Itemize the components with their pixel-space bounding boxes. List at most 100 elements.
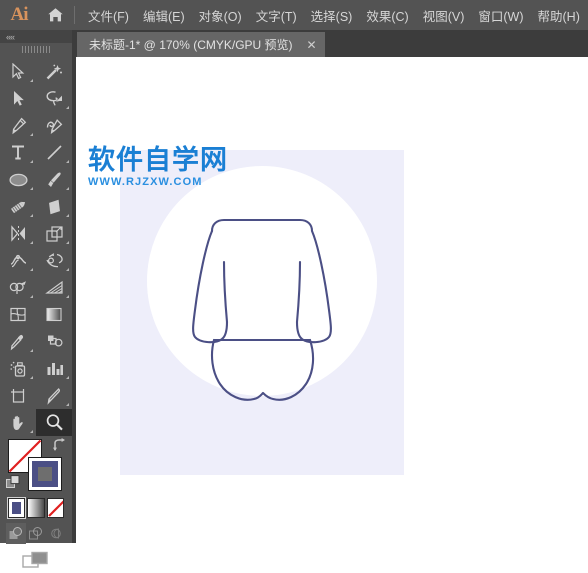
gradient-tool-icon[interactable] — [36, 301, 72, 328]
tool-row — [0, 58, 72, 85]
flyout-triangle-icon — [30, 268, 33, 271]
magic-wand-tool-icon[interactable] — [36, 58, 72, 85]
menu-bar: Ai 文件(F) 编辑(E) 对象(O) 文字(T) 选择(S) 效果(C) 视… — [0, 0, 588, 30]
shape-builder-tool-icon[interactable] — [0, 274, 36, 301]
flyout-triangle-icon — [66, 295, 69, 298]
scale-tool-icon[interactable] — [36, 220, 72, 247]
none-mode-button[interactable] — [46, 498, 64, 518]
menu-file[interactable]: 文件(F) — [81, 2, 136, 29]
flyout-triangle-icon — [30, 241, 33, 244]
document-tab-bar: 未标题-1* @ 170% (CMYK/GPU 预览) ✕ — [76, 30, 588, 57]
type-tool-icon[interactable] — [0, 139, 36, 166]
menu-effect[interactable]: 效果(C) — [359, 2, 415, 29]
home-icon[interactable] — [38, 0, 72, 30]
menu-window[interactable]: 窗口(W) — [471, 2, 530, 29]
double-chevron-left-icon: «« — [6, 31, 15, 42]
tool-row — [0, 274, 72, 301]
tool-row — [0, 301, 72, 328]
flyout-triangle-icon — [66, 403, 69, 406]
selection-tool-icon[interactable] — [0, 58, 36, 85]
tool-row — [0, 382, 72, 409]
menu-divider — [74, 6, 75, 24]
flyout-triangle-icon — [30, 160, 33, 163]
flyout-triangle-icon — [66, 214, 69, 217]
gradient-mode-button[interactable] — [27, 498, 45, 518]
document-tab-title: 未标题-1* @ 170% (CMYK/GPU 预览) — [89, 38, 293, 52]
menu-item-list: 文件(F) 编辑(E) 对象(O) 文字(T) 选择(S) 效果(C) 视图(V… — [81, 2, 587, 29]
width-tool-icon[interactable] — [0, 247, 36, 274]
free-transform-tool-icon[interactable] — [36, 247, 72, 274]
menu-help[interactable]: 帮助(H) — [531, 2, 587, 29]
app-logo: Ai — [10, 4, 29, 25]
menu-edit[interactable]: 编辑(E) — [136, 2, 192, 29]
menu-object[interactable]: 对象(O) — [192, 2, 249, 29]
flyout-triangle-icon — [66, 160, 69, 163]
stroke-swatch[interactable] — [28, 457, 62, 491]
tool-row — [0, 112, 72, 139]
flyout-triangle-icon — [66, 106, 69, 109]
draw-normal-button[interactable] — [6, 523, 26, 544]
perspective-grid-tool-icon[interactable] — [36, 274, 72, 301]
zoom-tool-icon[interactable] — [36, 409, 72, 436]
panel-drag-grip[interactable] — [22, 46, 50, 53]
menu-select[interactable]: 选择(S) — [304, 2, 360, 29]
flyout-triangle-icon — [30, 133, 33, 136]
direct-selection-tool-icon[interactable] — [0, 85, 36, 112]
pen-tool-icon[interactable] — [0, 112, 36, 139]
drawing-mode-buttons — [6, 523, 68, 544]
draw-inside-button[interactable] — [46, 523, 66, 544]
sweater-blouse-illustration — [147, 166, 377, 401]
menu-view[interactable]: 视图(V) — [416, 2, 472, 29]
close-icon[interactable]: ✕ — [305, 39, 319, 51]
tool-row — [0, 139, 72, 166]
paintbrush-tool-icon[interactable] — [36, 166, 72, 193]
color-mode-button[interactable] — [6, 497, 27, 519]
rotate-tool-icon[interactable] — [0, 220, 36, 247]
mesh-tool-icon[interactable] — [0, 301, 36, 328]
flyout-triangle-icon — [30, 376, 33, 379]
document-tab[interactable]: 未标题-1* @ 170% (CMYK/GPU 预览) ✕ — [77, 32, 325, 57]
artboard — [120, 150, 404, 475]
eraser-tool-icon[interactable] — [36, 193, 72, 220]
tool-row — [0, 409, 72, 436]
curvature-tool-icon[interactable] — [36, 112, 72, 139]
flyout-triangle-icon — [30, 430, 33, 433]
document-canvas[interactable]: 软件自学网 WWW.RJZXW.COM — [76, 57, 588, 543]
flyout-triangle-icon — [30, 349, 33, 352]
tool-grid — [0, 58, 72, 436]
flyout-triangle-icon — [66, 268, 69, 271]
fill-mode-buttons — [6, 497, 66, 519]
symbol-sprayer-tool-icon[interactable] — [0, 355, 36, 382]
tool-row — [0, 193, 72, 220]
tool-row — [0, 328, 72, 355]
default-fill-stroke-icon[interactable] — [6, 475, 21, 495]
flyout-triangle-icon — [30, 214, 33, 217]
ellipse-tool-icon[interactable] — [0, 166, 36, 193]
line-segment-tool-icon[interactable] — [36, 139, 72, 166]
column-graph-tool-icon[interactable] — [36, 355, 72, 382]
fill-stroke-controls — [0, 435, 72, 505]
tool-row — [0, 166, 72, 193]
eyedropper-tool-icon[interactable] — [0, 328, 36, 355]
collapse-panel-button[interactable]: «« — [0, 30, 72, 43]
flyout-triangle-icon — [66, 187, 69, 190]
swap-fill-stroke-icon[interactable] — [52, 438, 66, 457]
tool-row — [0, 220, 72, 247]
tool-row — [0, 247, 72, 274]
artboard-tool-icon[interactable] — [0, 382, 36, 409]
tool-row — [0, 85, 72, 112]
blend-tool-icon[interactable] — [36, 328, 72, 355]
shaper-tool-icon[interactable] — [0, 193, 36, 220]
flyout-triangle-icon — [66, 376, 69, 379]
lasso-tool-icon[interactable] — [36, 85, 72, 112]
flyout-triangle-icon — [30, 187, 33, 190]
slice-tool-icon[interactable] — [36, 382, 72, 409]
menu-type[interactable]: 文字(T) — [249, 2, 304, 29]
change-screen-mode-button[interactable] — [0, 548, 72, 573]
flyout-triangle-icon — [30, 295, 33, 298]
tool-row — [0, 355, 72, 382]
draw-behind-button[interactable] — [26, 523, 46, 544]
flyout-triangle-icon — [30, 79, 33, 82]
hand-tool-icon[interactable] — [0, 409, 36, 436]
flyout-triangle-icon — [66, 241, 69, 244]
